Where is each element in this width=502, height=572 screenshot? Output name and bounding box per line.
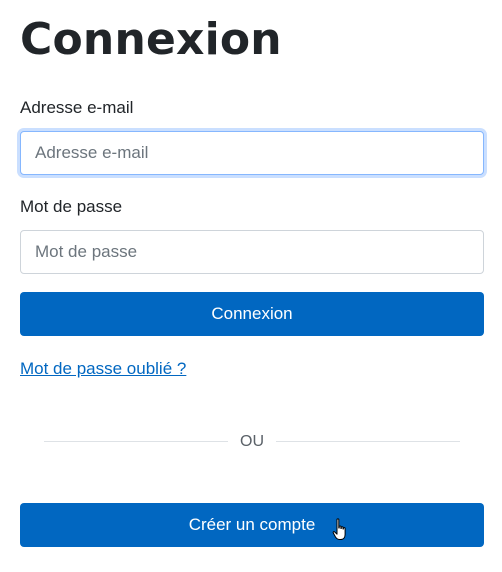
divider-line-left <box>44 441 228 442</box>
password-field[interactable] <box>20 230 484 274</box>
forgot-password-link[interactable]: Mot de passe oublié ? <box>20 358 186 380</box>
login-page: Connexion Adresse e-mail Mot de passe Co… <box>0 0 502 572</box>
password-label: Mot de passe <box>20 197 123 216</box>
email-field[interactable] <box>20 131 484 175</box>
login-button[interactable]: Connexion <box>20 292 484 336</box>
hand-pointer-icon <box>332 518 346 540</box>
page-title: Connexion <box>20 14 282 65</box>
create-account-button[interactable]: Créer un compte <box>20 503 484 547</box>
email-label: Adresse e-mail <box>20 98 134 117</box>
divider-line-right <box>276 441 460 442</box>
divider-or-text: OU <box>240 433 264 450</box>
